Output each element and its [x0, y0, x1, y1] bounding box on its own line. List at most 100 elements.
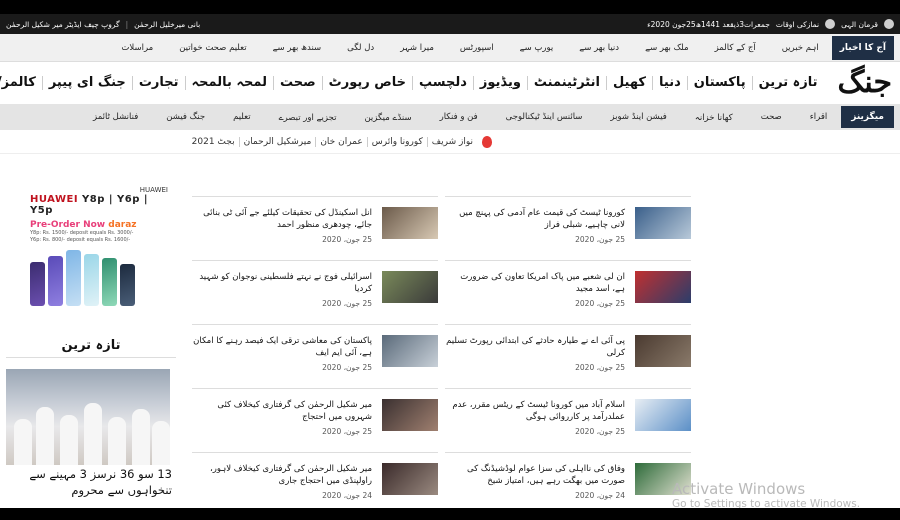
- news-date: 24 جون، 2020: [322, 491, 372, 500]
- news-title[interactable]: اسلام آباد میں کورونا ٹیسٹ کے ریٹس مقرر،…: [445, 399, 625, 423]
- news-title[interactable]: وفاق کی نااہلی کی سزا عوام لوڈشیڈنگ کی ص…: [445, 463, 625, 487]
- magazine-item[interactable]: فن و فنکار: [426, 112, 492, 122]
- main-nav-item[interactable]: خاص رپورٹ: [321, 76, 412, 90]
- main-nav-item[interactable]: دلچسپ: [412, 76, 473, 90]
- huawei-advert[interactable]: HUAWEI HUAWEI Y8p | Y6p | Y5p Pre-Order …: [30, 186, 170, 326]
- news-thumbnail: [635, 207, 691, 239]
- news-item[interactable]: کورونا ٹیسٹ کی قیمت عام آدمی کی پہنچ میں…: [445, 196, 691, 258]
- top-info-bar: قرمان الہی نمازکی اوقات جمعرات3ذیقعد 144…: [0, 14, 900, 34]
- news-thumbnail: [382, 207, 438, 239]
- secnav-item[interactable]: اسپورٹس: [447, 43, 507, 53]
- news-thumbnail: [382, 463, 438, 495]
- divider: |: [125, 19, 129, 29]
- news-date: 25 جون، 2020: [322, 363, 372, 372]
- main-nav-item[interactable]: ویڈیوز: [472, 76, 527, 90]
- phone-image: [48, 256, 63, 306]
- secnav-item[interactable]: تعلیم صحت خواتین: [166, 43, 259, 53]
- news-item[interactable]: پاکستان کی معاشی ترقی ایک فیصد رہنے کا ا…: [192, 324, 438, 386]
- magazines-button[interactable]: میگزینز: [841, 106, 894, 128]
- news-date: 25 جون، 2020: [575, 363, 625, 372]
- editor-text: گروپ چیف ایڈیٹر میر شکیل الرحمٰن: [6, 19, 120, 29]
- main-nav-item[interactable]: لمحہ بالمحہ: [184, 76, 273, 90]
- news-date: 25 جون، 2020: [575, 427, 625, 436]
- magazine-item[interactable]: تعلیم: [219, 112, 265, 122]
- magazine-item[interactable]: تجزیے اور تبصرے: [265, 112, 351, 123]
- trending-tag[interactable]: میرشکیل الرحمان: [238, 136, 316, 147]
- news-thumbnail: [635, 399, 691, 431]
- main-nav-item[interactable]: دنیا: [652, 76, 687, 90]
- activate-windows-watermark: Activate Windows Go to Settings to activ…: [672, 480, 860, 508]
- news-thumbnail: [382, 335, 438, 367]
- jang-logo[interactable]: جنگ: [838, 68, 892, 98]
- news-title[interactable]: میر شکیل الرحمٰن کی گرفتاری کیخلاف کئی ش…: [192, 399, 372, 423]
- news-title[interactable]: انل اسکینڈل کی تحقیقات کیلئے جے آئی ٹی ب…: [192, 207, 372, 231]
- news-thumbnail: [382, 399, 438, 431]
- news-title[interactable]: میر شکیل الرحمٰن کی گرفتاری کیخلاف لاہور…: [192, 463, 372, 487]
- latest-news-title[interactable]: 13 سو 36 نرسز 3 مہینے سے تنخواہوں سے محر…: [8, 466, 172, 498]
- main-nav-item[interactable]: جنگ ای پیپر: [41, 76, 132, 90]
- trending-tag[interactable]: عمران خان: [315, 136, 366, 147]
- trending-tag[interactable]: کورونا وائرس: [366, 136, 427, 147]
- trending-tag[interactable]: نواز شریف: [426, 136, 477, 147]
- person-figure: [60, 415, 78, 465]
- section-nav: آج کا اخبار اہم خبریں آج کے کالمز ملک بھ…: [0, 34, 900, 62]
- magazine-item[interactable]: فیشن اینڈ شوبز: [596, 112, 680, 122]
- ad-phones-image: [30, 248, 170, 306]
- secnav-item[interactable]: ملک بھر سے: [632, 42, 701, 53]
- main-nav-item[interactable]: کالمز/کالم: [0, 76, 42, 90]
- main-nav-item[interactable]: صحت: [272, 76, 322, 90]
- news-title[interactable]: پاکستان کی معاشی ترقی ایک فیصد رہنے کا ا…: [192, 335, 372, 359]
- main-nav-item[interactable]: تازہ ترین: [751, 76, 824, 90]
- trending-bar: نواز شریف کورونا وائرس عمران خان میرشکیل…: [0, 130, 900, 154]
- main-header: جنگ تازہ ترین پاکستان دنیا کھیل انٹرٹینم…: [0, 62, 900, 104]
- main-nav-item[interactable]: تجارت: [131, 76, 185, 90]
- prayer-times-link[interactable]: نمازکی اوقات: [776, 20, 819, 29]
- news-item[interactable]: میر شکیل الرحمٰن کی گرفتاری کیخلاف لاہور…: [192, 452, 438, 508]
- latest-news-image[interactable]: [6, 369, 170, 465]
- phone-image: [66, 250, 81, 306]
- secnav-item[interactable]: اہم خبریں: [769, 42, 832, 53]
- watermark-line-2: Go to Settings to activate Windows.: [672, 498, 861, 508]
- news-item[interactable]: پی آئی اے نے طیارہ حادثے کی ابتدائی رپور…: [445, 324, 691, 386]
- trending-tag[interactable]: بجٹ 2021: [188, 137, 239, 147]
- magazine-item[interactable]: سنڈے میگزین: [350, 112, 425, 123]
- ad-model: HUAWEI Y8p | Y6p | Y5p: [30, 194, 170, 216]
- person-figure: [36, 407, 54, 465]
- secnav-item[interactable]: سندھ بھر سے: [260, 42, 335, 53]
- person-figure: [132, 409, 150, 465]
- person-figure: [14, 419, 32, 465]
- magazine-item[interactable]: فنانشل ٹائمز: [79, 112, 152, 122]
- magazine-item[interactable]: اقراء: [796, 112, 841, 122]
- top-link-1[interactable]: قرمان الہی: [841, 20, 878, 29]
- news-item[interactable]: انل اسکینڈل کی تحقیقات کیلئے جے آئی ٹی ب…: [192, 196, 438, 258]
- magazine-item[interactable]: جنگ فیشن: [152, 112, 219, 122]
- news-item[interactable]: میر شکیل الرحمٰن کی گرفتاری کیخلاف کئی ش…: [192, 388, 438, 450]
- magazine-item[interactable]: صحت: [747, 112, 796, 122]
- main-nav-item[interactable]: پاکستان: [686, 76, 752, 90]
- ad-brand-prefix: HUAWEI: [30, 194, 83, 205]
- magazine-item[interactable]: کھانا خزانہ: [681, 112, 747, 123]
- news-title[interactable]: اسرائیلی فوج نے نہتے فلسطینی نوجوان کو ش…: [192, 271, 372, 295]
- secnav-item[interactable]: دنیا بھر سے: [566, 42, 632, 53]
- phone-image: [84, 254, 99, 306]
- main-nav-item[interactable]: انٹرٹینمنٹ: [526, 76, 606, 90]
- news-item[interactable]: وفاق کی نااہلی کی سزا عوام لوڈشیڈنگ کی ص…: [445, 452, 691, 508]
- news-item[interactable]: ان لی شعبے میں پاک امریکا تعاون کی ضرورت…: [445, 260, 691, 322]
- news-title[interactable]: پی آئی اے نے طیارہ حادثے کی ابتدائی رپور…: [445, 335, 625, 359]
- secnav-item[interactable]: آج کے کالمز: [702, 42, 769, 53]
- user-icon: [884, 19, 894, 29]
- news-date: 25 جون، 2020: [322, 235, 372, 244]
- news-title[interactable]: کورونا ٹیسٹ کی قیمت عام آدمی کی پہنچ میں…: [445, 207, 625, 231]
- main-nav-item[interactable]: کھیل: [605, 76, 652, 90]
- secnav-item[interactable]: دل لگی: [334, 43, 387, 53]
- magazine-item[interactable]: سائنس اینڈ ٹیکنالوجی: [492, 112, 597, 122]
- fire-icon: [482, 135, 492, 148]
- news-item[interactable]: اسرائیلی فوج نے نہتے فلسطینی نوجوان کو ش…: [192, 260, 438, 322]
- secnav-item[interactable]: یورپ سے: [507, 42, 567, 53]
- news-item[interactable]: اسلام آباد میں کورونا ٹیسٹ کے ریٹس مقرر،…: [445, 388, 691, 450]
- news-title[interactable]: ان لی شعبے میں پاک امریکا تعاون کی ضرورت…: [445, 271, 625, 295]
- news-date: 25 جون، 2020: [575, 299, 625, 308]
- secnav-item[interactable]: مراسلات: [108, 43, 166, 53]
- todays-paper-button[interactable]: آج کا اخبار: [831, 35, 894, 60]
- secnav-item[interactable]: میرا شہر: [387, 42, 447, 53]
